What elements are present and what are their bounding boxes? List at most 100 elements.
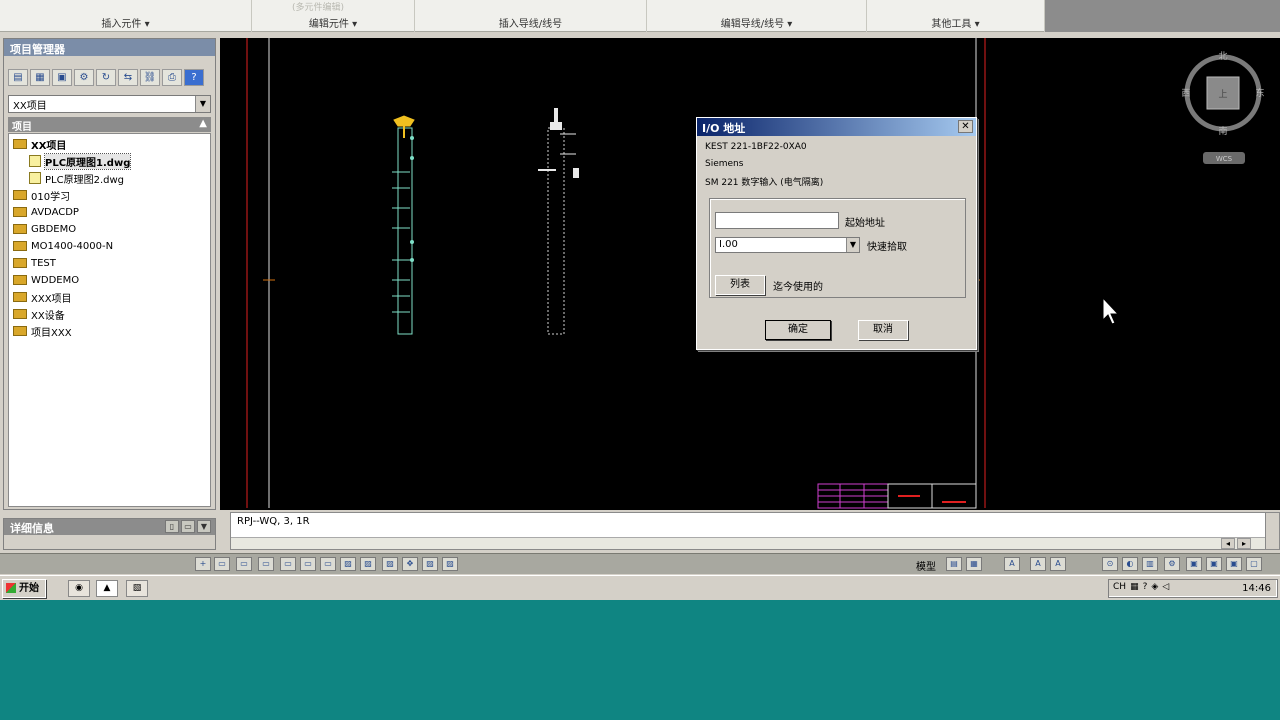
ribbon-group-edit-component[interactable]: (多元件编辑) 编辑元件 ▾ <box>252 0 415 32</box>
dialog-description: SM 221 数字输入 (电气隔离) <box>705 178 824 188</box>
tree-project-item[interactable]: XX项目 <box>13 136 66 152</box>
swap-icon[interactable]: ⇆ <box>118 69 138 86</box>
viewcube-east-label[interactable]: 东 <box>1255 87 1264 99</box>
tree-project-item[interactable]: XXX项目 <box>13 289 72 305</box>
grid-icon[interactable]: ▦ <box>966 557 982 571</box>
chevron-down-icon[interactable]: ▼ <box>846 238 859 252</box>
browser-icon[interactable]: ◉ <box>68 580 90 597</box>
workspace-icon[interactable]: ⚙ <box>1164 557 1180 571</box>
workspace-icon[interactable]: ▣ <box>1186 557 1202 571</box>
quick-pick-select[interactable]: I.00 ▼ <box>715 237 860 253</box>
folder-icon <box>13 292 27 302</box>
command-hscrollbar[interactable]: ◂ ▸ <box>231 537 1265 549</box>
annotation-scale-icon[interactable]: A <box>1004 557 1020 571</box>
cancel-button[interactable]: 取消 <box>858 320 908 340</box>
project-section-header[interactable]: 项目 ▲ <box>8 117 211 133</box>
help-icon[interactable]: ? <box>184 69 204 86</box>
layout-icon[interactable]: ▭ <box>214 557 230 571</box>
start-address-input[interactable] <box>715 212 839 229</box>
tree-project-item[interactable]: WDDEMO <box>13 272 79 288</box>
layout-icon[interactable]: ▭ <box>280 557 296 571</box>
start-button[interactable]: 开始 <box>2 579 46 598</box>
project-select[interactable]: XX项目 ▼ <box>8 95 211 113</box>
dialog-title[interactable]: I/O 地址 <box>697 118 976 136</box>
pan-icon[interactable]: ✥ <box>402 557 418 571</box>
language-indicator[interactable]: CH <box>1113 582 1126 592</box>
scroll-right-icon[interactable]: ▸ <box>1237 538 1251 549</box>
close-icon[interactable]: ✕ <box>958 120 973 133</box>
new-project-icon[interactable]: ▦ <box>30 69 50 86</box>
link-icon[interactable]: ⛓ <box>140 69 160 86</box>
ok-button[interactable]: 确定 <box>765 320 831 340</box>
tree-project-item[interactable]: 010学习 <box>13 187 70 203</box>
tree-project-item[interactable]: AVDACDP <box>13 204 79 220</box>
tree-drawing-item[interactable]: PLC原理图2.dwg <box>29 170 124 186</box>
annotation-autoscale-icon[interactable]: A <box>1050 557 1066 571</box>
collapse-icon[interactable]: ▲ <box>199 118 207 129</box>
tree-drawing-item[interactable]: PLC原理图1.dwg <box>29 152 132 170</box>
viewcube-south-label[interactable]: 南 <box>1218 125 1227 137</box>
command-scrollbar[interactable] <box>1265 513 1279 549</box>
ribbon-group-insert-component[interactable]: 插入元件 ▾ <box>0 0 252 32</box>
ribbon-group-insert-wire[interactable]: 插入导线/线号 <box>415 0 647 32</box>
tree-project-item[interactable]: 项目XXX <box>13 323 72 339</box>
tree-project-item[interactable]: MO1400-4000-N <box>13 238 113 254</box>
paper-icon[interactable]: ▤ <box>946 557 962 571</box>
autocad-task-icon[interactable]: ▲ <box>96 580 118 597</box>
chevron-down-icon[interactable]: ▼ <box>197 520 211 533</box>
model-space-label[interactable]: 模型 <box>916 558 936 573</box>
image-icon[interactable]: ▨ <box>340 557 356 571</box>
isolate-icon[interactable]: ◐ <box>1122 557 1138 571</box>
ribbon-group-edit-wire[interactable]: 编辑导线/线号 ▾ <box>647 0 867 32</box>
plc-module-2[interactable] <box>538 108 579 335</box>
plc-module-1[interactable] <box>392 115 415 335</box>
command-line[interactable]: RPJ--WQ, 3, 1R ◂ ▸ <box>230 512 1280 550</box>
project-manager-toolbar: ▤ ▦ ▣ ⚙ ↻ ⇆ ⛓ ⎙ ? <box>8 69 204 87</box>
toggle-view-icon[interactable]: ▯ <box>165 520 179 533</box>
help-icon[interactable]: ? <box>1143 582 1148 592</box>
chevron-down-icon[interactable]: ▼ <box>195 96 210 112</box>
image-icon[interactable]: ▨ <box>382 557 398 571</box>
drawing-file-icon <box>29 155 41 167</box>
annotation-visibility-icon[interactable]: A <box>1030 557 1046 571</box>
wcs-label: WCS <box>1216 155 1233 163</box>
new-drawing-icon[interactable]: ▣ <box>52 69 72 86</box>
viewcube-north-label[interactable]: 北 <box>1218 51 1227 62</box>
tree-project-item[interactable]: GBDEMO <box>13 221 76 237</box>
volume-icon[interactable]: ◁ <box>1162 582 1169 592</box>
tree-item-label: AVDACDP <box>31 206 79 218</box>
open-project-icon[interactable]: ▤ <box>8 69 28 86</box>
settings-icon[interactable]: ⚙ <box>74 69 94 86</box>
app-task-icon[interactable]: ▧ <box>126 580 148 597</box>
ribbon-group-label: 其他工具 ▾ <box>931 19 980 30</box>
clean-screen-icon[interactable]: ▢ <box>1246 557 1262 571</box>
layout-icon[interactable]: ▭ <box>236 557 252 571</box>
viewcube[interactable]: 北 南 西 东 上 WCS <box>1181 51 1265 164</box>
image-icon[interactable]: ▨ <box>442 557 458 571</box>
folder-icon <box>13 139 27 149</box>
ribbon-group-other-tools[interactable]: 其他工具 ▾ <box>867 0 1045 32</box>
layout-icon[interactable]: ▭ <box>320 557 336 571</box>
image-icon[interactable]: ▨ <box>360 557 376 571</box>
tree-item-label: WDDEMO <box>31 274 80 286</box>
scroll-left-icon[interactable]: ◂ <box>1221 538 1235 549</box>
print-icon[interactable]: ⎙ <box>162 69 182 86</box>
tree-project-item[interactable]: XX设备 <box>13 306 65 322</box>
ribbon-group-label: 插入导线/线号 <box>498 19 563 30</box>
hardware-accel-icon[interactable]: ▥ <box>1142 557 1158 571</box>
layout-icon[interactable]: ▭ <box>300 557 316 571</box>
lock-icon[interactable]: ⊙ <box>1102 557 1118 571</box>
pin-icon[interactable]: ▭ <box>181 520 195 533</box>
viewcube-center-label[interactable]: 上 <box>1218 89 1227 100</box>
workspace-icon[interactable]: ▣ <box>1206 557 1222 571</box>
add-layout-icon[interactable]: + <box>195 557 211 571</box>
image-icon[interactable]: ▨ <box>422 557 438 571</box>
network-icon[interactable]: ◈ <box>1151 582 1158 592</box>
workspace-icon[interactable]: ▣ <box>1226 557 1242 571</box>
list-button[interactable]: 列表 <box>715 275 765 295</box>
tree-project-item[interactable]: TEST <box>13 255 56 271</box>
viewcube-west-label[interactable]: 西 <box>1181 88 1190 99</box>
keyboard-icon[interactable]: ▦ <box>1130 582 1139 592</box>
refresh-icon[interactable]: ↻ <box>96 69 116 86</box>
layout-icon[interactable]: ▭ <box>258 557 274 571</box>
